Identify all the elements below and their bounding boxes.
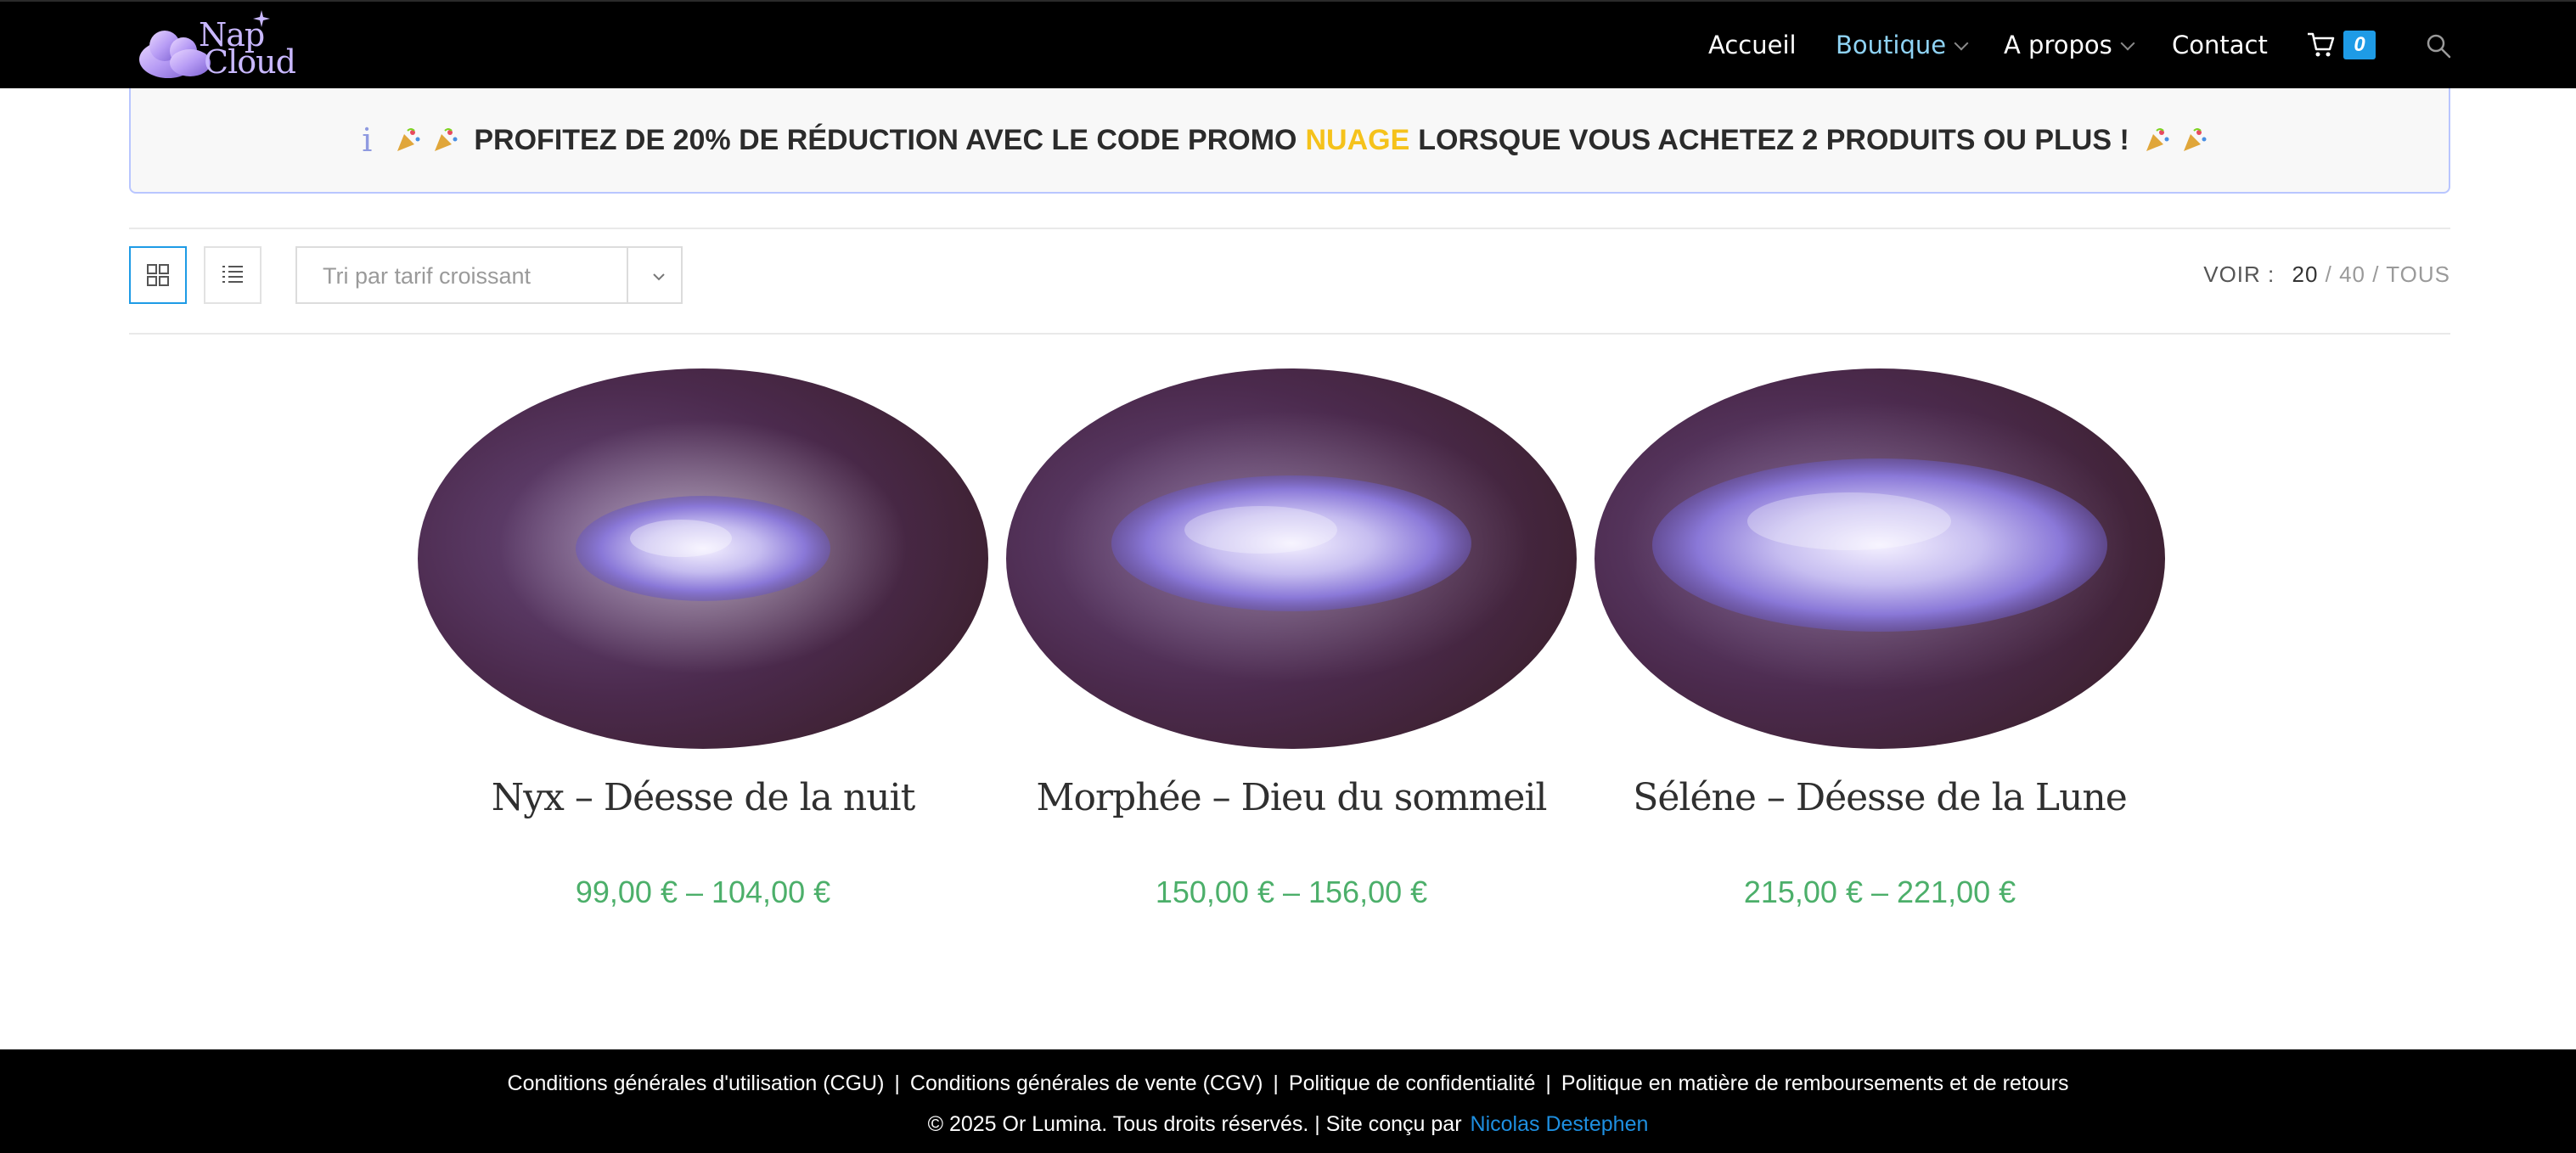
designer-link[interactable]: Nicolas Destephen [1471, 1112, 1649, 1136]
per-page-selector: VOIR : 20 / 40 / TOUS [2203, 262, 2450, 287]
promo-text-after: LORSQUE VOUS ACHETEZ 2 PRODUITS OU PLUS … [1418, 123, 2129, 156]
copyright-text: © 2025 Or Lumina. Tous droits réservés. … [927, 1112, 1462, 1136]
product-title[interactable]: Séléne – Déesse de la Lune [1561, 776, 2199, 819]
divider [129, 228, 2450, 229]
product-image[interactable] [1006, 368, 1577, 749]
sort-select[interactable]: Tri par tarif croissant [295, 246, 683, 304]
nav-boutique[interactable]: Boutique [1836, 31, 1969, 59]
chevron-down-icon [2120, 36, 2135, 51]
per-page-option-40[interactable]: 40 [2339, 262, 2365, 287]
party-popper-icon [435, 128, 458, 151]
party-popper-icon [2146, 128, 2169, 151]
promo-banner: i PROFITEZ DE 20% DE RÉDUCTION AVEC LE C… [129, 88, 2450, 194]
product-image[interactable] [1595, 368, 2165, 749]
product-price: 215,00 € – 221,00 € [1743, 875, 2016, 909]
list-view-button[interactable] [204, 246, 262, 304]
cart-button[interactable]: 0 [2306, 29, 2377, 63]
chevron-down-icon [653, 273, 665, 281]
cart-count-badge: 0 [2343, 31, 2376, 59]
site-footer: Conditions générales d'utilisation (CGU)… [0, 1049, 2576, 1153]
party-popper-icon [2183, 128, 2207, 151]
promo-text-before: PROFITEZ DE 20% DE RÉDUCTION AVEC LE COD… [474, 123, 1297, 156]
product-title[interactable]: Morphée – Dieu du sommeil [972, 776, 1611, 819]
footer-links: Conditions générales d'utilisation (CGU)… [507, 1071, 2069, 1095]
party-popper-icon [397, 128, 420, 151]
product-card-selene[interactable]: Séléne – Déesse de la Lune 215,00 € – 22… [1595, 368, 2165, 909]
site-logo[interactable]: Nap Cloud [132, 8, 296, 85]
nav-contact[interactable]: Contact [2172, 31, 2268, 59]
grid-view-button[interactable] [129, 246, 187, 304]
site-header: Nap Cloud Accueil Boutique A propos Cont… [0, 0, 2576, 88]
per-page-label: VOIR : [2203, 262, 2275, 287]
product-title[interactable]: Nyx – Déesse de la nuit [384, 776, 1022, 819]
list-icon [222, 266, 243, 283]
product-card-nyx[interactable]: Nyx – Déesse de la nuit 99,00 € – 104,00… [418, 368, 988, 909]
logo-text-line2: Cloud [204, 43, 296, 81]
promo-message: i PROFITEZ DE 20% DE RÉDUCTION AVEC LE C… [362, 121, 2218, 159]
product-image[interactable] [418, 368, 988, 749]
nav-a-propos[interactable]: A propos [2004, 31, 2135, 59]
grid-icon [147, 264, 169, 286]
promo-code: NUAGE [1305, 123, 1410, 156]
info-icon: i [362, 121, 373, 159]
nav-accueil[interactable]: Accueil [1708, 31, 1797, 59]
footer-link-cgv[interactable]: Conditions générales de vente (CGV) [910, 1071, 1263, 1095]
nav-boutique-label: Boutique [1836, 31, 1947, 59]
divider [129, 333, 2450, 335]
nav-a-propos-label: A propos [2004, 31, 2112, 59]
sort-separator [627, 248, 628, 302]
cart-icon [2308, 32, 2335, 57]
sort-selected-value: Tri par tarif croissant [323, 263, 532, 289]
footer-link-cgu[interactable]: Conditions générales d'utilisation (CGU) [508, 1071, 885, 1095]
per-page-option-20[interactable]: 20 [2292, 262, 2318, 287]
footer-link-privacy[interactable]: Politique de confidentialité [1289, 1071, 1535, 1095]
search-icon[interactable] [2425, 32, 2452, 59]
product-price: 150,00 € – 156,00 € [1155, 875, 1428, 909]
per-page-option-all[interactable]: TOUS [2386, 262, 2450, 287]
footer-copyright: © 2025 Or Lumina. Tous droits réservés. … [0, 1112, 2576, 1137]
footer-link-refunds[interactable]: Politique en matière de remboursements e… [1561, 1071, 2069, 1095]
product-card-morphee[interactable]: Morphée – Dieu du sommeil 150,00 € – 156… [1006, 368, 1577, 909]
product-price: 99,00 € – 104,00 € [575, 875, 831, 909]
chevron-down-icon [1954, 36, 1969, 51]
